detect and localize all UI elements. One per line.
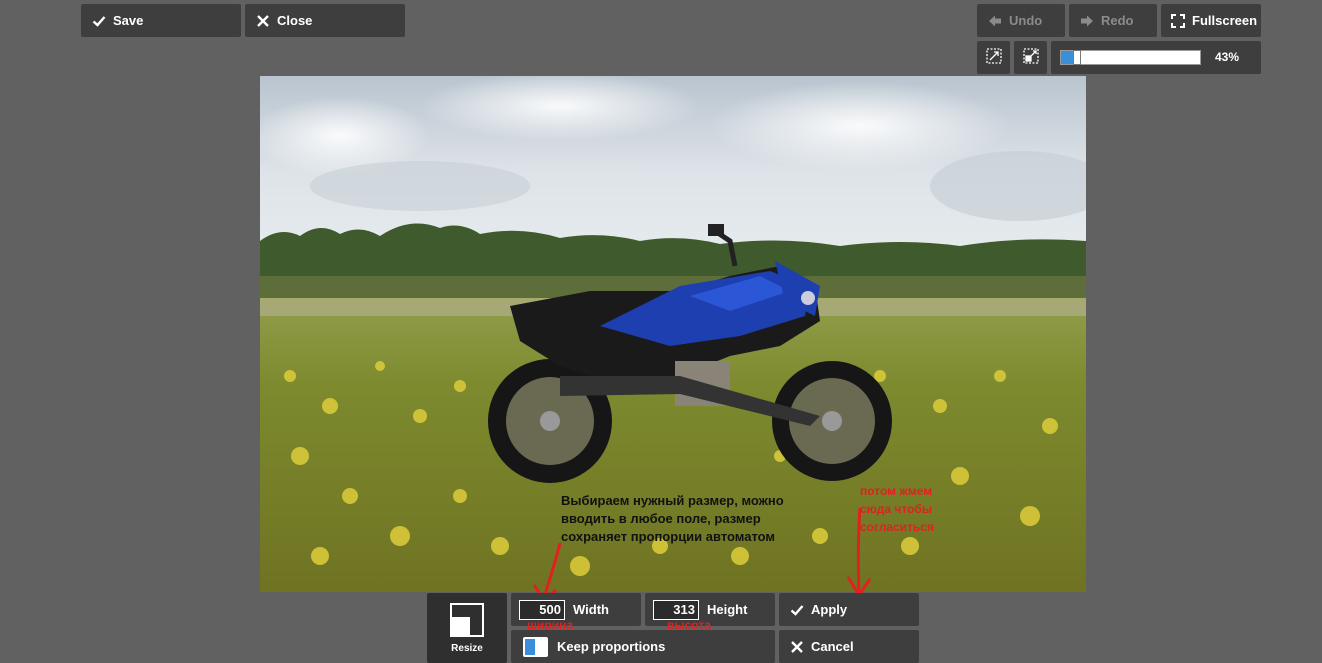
x-icon <box>255 13 271 29</box>
fit-expand-icon <box>985 48 1002 67</box>
zoom-control: 43% <box>1051 41 1261 74</box>
zoom-slider-fill <box>1061 51 1073 64</box>
height-label: Height <box>707 602 748 617</box>
cancel-label: Cancel <box>811 639 854 654</box>
resize-icon <box>450 602 484 637</box>
close-label: Close <box>277 13 313 28</box>
save-button[interactable]: Save <box>81 4 241 37</box>
actual-size-button[interactable] <box>1014 41 1047 74</box>
apply-label: Apply <box>811 602 848 617</box>
width-label: Width <box>573 602 609 617</box>
zoom-slider[interactable] <box>1060 50 1201 65</box>
fit-to-screen-button[interactable] <box>977 41 1010 74</box>
redo-button[interactable]: Redo <box>1069 4 1157 37</box>
keep-proportions-label: Keep proportions <box>557 639 666 654</box>
save-label: Save <box>113 13 144 28</box>
check-icon <box>789 602 805 618</box>
redo-label: Redo <box>1101 13 1134 28</box>
zoom-slider-thumb[interactable] <box>1073 50 1081 65</box>
toggle-switch[interactable] <box>523 636 548 657</box>
x-icon <box>789 639 805 655</box>
expand-icon <box>1170 13 1186 29</box>
check-icon <box>91 13 107 29</box>
fullscreen-label: Fullscreen <box>1192 13 1258 28</box>
apply-arrow-icon <box>846 507 872 598</box>
undo-label: Undo <box>1009 13 1043 28</box>
arrow-right-icon <box>1079 13 1095 29</box>
fit-shrink-icon <box>1022 48 1039 67</box>
close-button[interactable]: Close <box>245 4 405 37</box>
fullscreen-button[interactable]: Fullscreen <box>1161 4 1261 37</box>
resize-label: Resize <box>451 642 483 654</box>
instruction-annotation: Выбираем нужный размер, можно вводить в … <box>561 493 784 544</box>
undo-button[interactable]: Undo <box>977 4 1065 37</box>
keep-proportions-toggle[interactable]: Keep proportions <box>511 630 775 663</box>
arrow-left-icon <box>987 13 1003 29</box>
resize-tool[interactable]: Resize <box>427 593 507 663</box>
apply-button[interactable]: Apply <box>779 593 919 626</box>
zoom-value: 43% <box>1214 50 1239 64</box>
cancel-button[interactable]: Cancel <box>779 630 919 663</box>
